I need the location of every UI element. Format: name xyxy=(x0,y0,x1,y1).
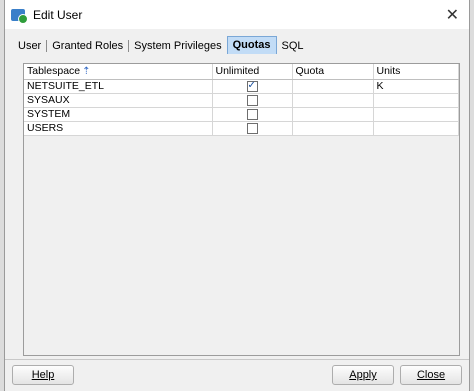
tablespace-cell: NETSUITE_ETL xyxy=(24,79,213,94)
tab-quotas[interactable]: Quotas xyxy=(226,36,277,54)
tablespace-cell: SYSTEM xyxy=(24,107,213,122)
quota-cell[interactable] xyxy=(292,93,374,108)
tab-user[interactable]: User xyxy=(13,38,46,54)
unlimited-checkbox[interactable] xyxy=(246,95,258,107)
edit-user-icon xyxy=(11,8,28,24)
quotas-table: Tablespace ⇡ Unlimited Quota Units NETSUI… xyxy=(24,64,459,136)
tablespace-cell: USERS xyxy=(24,121,213,136)
quota-cell[interactable] xyxy=(292,79,374,94)
window-title: Edit User xyxy=(33,7,83,22)
tab-granted-roles[interactable]: Granted Roles xyxy=(47,38,128,54)
help-button[interactable]: Help xyxy=(12,365,74,385)
table-row[interactable]: NETSUITE_ETL K xyxy=(24,79,459,94)
unlimited-cell xyxy=(212,121,293,136)
unlimited-cell xyxy=(212,93,293,108)
column-header-quota[interactable]: Quota xyxy=(292,64,374,80)
close-button-label: Close xyxy=(416,369,446,381)
close-button[interactable]: Close xyxy=(400,365,462,385)
quota-cell[interactable] xyxy=(292,107,374,122)
apply-button-label: Apply xyxy=(349,369,377,381)
column-header-label: Tablespace xyxy=(27,65,81,77)
edit-user-dialog: Edit User ✕ User Granted Roles System Pr… xyxy=(4,0,470,391)
tab-system-privileges[interactable]: System Privileges xyxy=(129,38,226,54)
table-row[interactable]: SYSAUX xyxy=(24,93,459,108)
title-bar: Edit User ✕ xyxy=(5,0,469,29)
quota-cell[interactable] xyxy=(292,121,374,136)
window-close-icon[interactable]: ✕ xyxy=(446,5,459,25)
unlimited-checkbox[interactable] xyxy=(246,123,258,135)
background-window-edge xyxy=(470,0,474,391)
column-header-units[interactable]: Units xyxy=(373,64,459,80)
quotas-table-panel: Tablespace ⇡ Unlimited Quota Units NETSUI… xyxy=(23,63,460,356)
column-header-unlimited[interactable]: Unlimited xyxy=(212,64,293,80)
footer-divider xyxy=(5,359,469,360)
unlimited-checkbox[interactable] xyxy=(246,109,258,121)
tablespace-cell: SYSAUX xyxy=(24,93,213,108)
units-cell[interactable]: K xyxy=(373,79,459,94)
unlimited-cell xyxy=(212,107,293,122)
tab-sql[interactable]: SQL xyxy=(277,38,309,54)
units-cell[interactable] xyxy=(373,93,459,108)
table-row[interactable]: USERS xyxy=(24,121,459,136)
units-cell[interactable] xyxy=(373,107,459,122)
unlimited-cell xyxy=(212,79,293,94)
sort-ascending-icon: ⇡ xyxy=(82,66,91,77)
column-header-tablespace[interactable]: Tablespace ⇡ xyxy=(24,64,213,80)
help-button-label: Help xyxy=(31,369,55,381)
table-header-row: Tablespace ⇡ Unlimited Quota Units xyxy=(24,64,459,80)
tab-bar: User Granted Roles System Privileges Quo… xyxy=(13,36,309,54)
apply-button[interactable]: Apply xyxy=(332,365,394,385)
unlimited-checkbox[interactable] xyxy=(246,80,258,93)
table-row[interactable]: SYSTEM xyxy=(24,107,459,122)
units-cell[interactable] xyxy=(373,121,459,136)
